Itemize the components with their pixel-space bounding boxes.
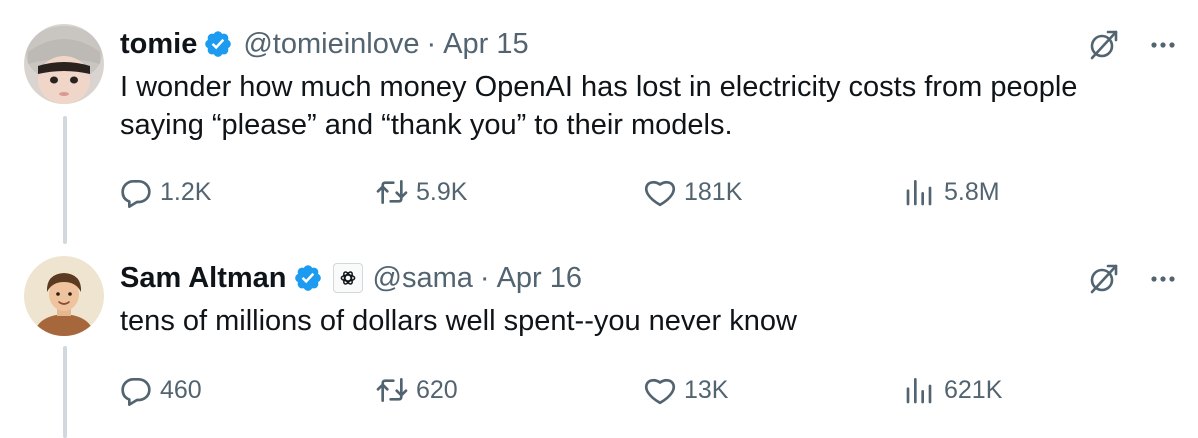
grok-icon[interactable] xyxy=(1086,28,1120,67)
views-icon xyxy=(906,378,932,404)
display-name[interactable]: tomie xyxy=(120,24,197,64)
tweet-header: Sam Altman @sama · Apr 16 xyxy=(120,258,1170,298)
like-button[interactable]: 13K xyxy=(644,370,728,410)
retweet-icon xyxy=(376,378,408,402)
views-icon xyxy=(906,180,932,206)
separator-dot: · xyxy=(426,28,437,60)
reply-icon xyxy=(121,378,151,406)
views-count: 621K xyxy=(944,375,1003,404)
tweet[interactable]: tomie @tomieinlove · Apr 15 I wonder how… xyxy=(0,0,1198,238)
display-name[interactable]: Sam Altman xyxy=(120,258,287,298)
like-icon xyxy=(645,379,675,405)
avatar[interactable] xyxy=(24,24,104,104)
reply-button[interactable]: 460 xyxy=(120,370,202,410)
grok-icon[interactable] xyxy=(1086,262,1120,301)
verified-badge-icon[interactable] xyxy=(203,29,233,59)
views-count: 5.8M xyxy=(944,177,1000,206)
tweet-text: I wonder how much money OpenAI has lost … xyxy=(120,71,1078,141)
retweet-icon xyxy=(376,180,408,204)
views-button[interactable]: 621K xyxy=(904,370,1002,410)
tweet-content: tomie @tomieinlove · Apr 15 I wonder how… xyxy=(120,24,1170,144)
retweet-count: 620 xyxy=(416,375,458,404)
like-icon xyxy=(645,181,675,207)
tweet[interactable]: Sam Altman @sama · Apr 16 tens of millio… xyxy=(0,238,1198,438)
like-count: 181K xyxy=(684,177,743,206)
tweet-text: tens of millions of dollars well spent--… xyxy=(120,305,797,337)
reply-count: 460 xyxy=(160,375,202,404)
openai-affiliate-icon[interactable] xyxy=(332,263,363,293)
tweet-content: Sam Altman @sama · Apr 16 tens of millio… xyxy=(120,258,1170,340)
tweet-header-actions xyxy=(1086,262,1178,301)
reply-button[interactable]: 1.2K xyxy=(120,172,211,212)
tweet-date[interactable]: Apr 15 xyxy=(443,24,528,64)
user-handle[interactable]: @tomieinlove xyxy=(243,24,419,64)
more-icon[interactable] xyxy=(1148,264,1178,299)
retweet-count: 5.9K xyxy=(416,177,468,206)
retweet-button[interactable]: 620 xyxy=(376,370,458,410)
avatar[interactable] xyxy=(24,256,104,336)
more-icon[interactable] xyxy=(1148,30,1178,65)
like-count: 13K xyxy=(684,375,729,404)
tweet-header: tomie @tomieinlove · Apr 15 xyxy=(120,24,1170,64)
tweet-header-actions xyxy=(1086,28,1178,67)
reply-count: 1.2K xyxy=(160,177,212,206)
tweet-date[interactable]: Apr 16 xyxy=(497,258,582,298)
retweet-button[interactable]: 5.9K xyxy=(376,172,467,212)
separator-dot: · xyxy=(479,262,490,294)
verified-badge-icon[interactable] xyxy=(293,263,323,293)
reply-icon xyxy=(121,180,151,208)
views-button[interactable]: 5.8M xyxy=(904,172,1000,212)
like-button[interactable]: 181K xyxy=(644,172,742,212)
user-handle[interactable]: @sama xyxy=(373,258,473,298)
